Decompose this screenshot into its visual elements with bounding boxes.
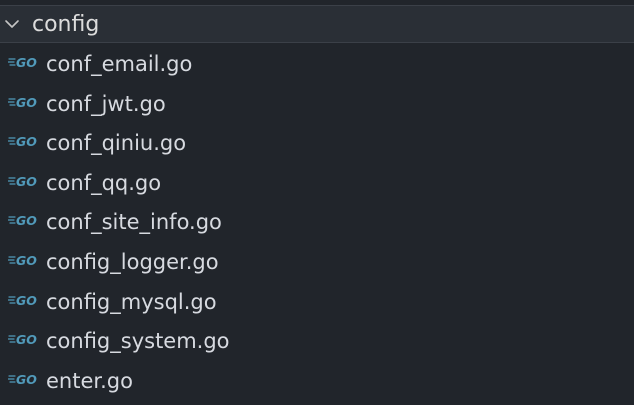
file-name-label: conf_email.go <box>46 52 193 76</box>
svg-text:GO: GO <box>16 293 37 308</box>
file-name-label: conf_qiniu.go <box>46 131 187 156</box>
folder-label: config <box>32 12 100 37</box>
file-name-label: config_mysql.go <box>46 289 217 314</box>
go-file-icon: GO <box>8 213 37 228</box>
go-file-icon: GO <box>8 95 37 110</box>
go-file-icon: GO <box>8 253 37 268</box>
file-item[interactable]: GO conf_email.go <box>0 45 634 85</box>
file-list: GO conf_email.go GO conf_jwt.go GO conf_… <box>0 45 634 401</box>
svg-text:GO: GO <box>16 134 37 149</box>
file-item[interactable]: GO enter.go <box>0 362 634 402</box>
svg-text:GO: GO <box>16 253 37 268</box>
folder-config[interactable]: config <box>0 5 634 43</box>
file-name-label: config_logger.go <box>46 249 219 274</box>
file-item[interactable]: GO conf_site_info.go <box>0 203 634 243</box>
go-file-icon: GO <box>8 174 37 189</box>
file-name-label: conf_site_info.go <box>46 210 222 235</box>
file-item[interactable]: GO config_mysql.go <box>0 283 634 323</box>
svg-text:GO: GO <box>16 372 37 387</box>
chevron-down-icon[interactable] <box>4 16 20 32</box>
svg-text:GO: GO <box>16 332 37 347</box>
file-name-label: enter.go <box>46 368 133 393</box>
go-file-icon: GO <box>8 332 37 347</box>
file-item[interactable]: GO config_system.go <box>0 322 634 362</box>
file-item[interactable]: GO conf_qiniu.go <box>0 124 634 164</box>
file-name-label: conf_qq.go <box>46 170 162 195</box>
file-item[interactable]: GO config_logger.go <box>0 243 634 283</box>
svg-text:GO: GO <box>16 55 37 70</box>
file-name-label: conf_jwt.go <box>46 91 166 116</box>
go-file-icon: GO <box>8 134 37 149</box>
file-item[interactable]: GO conf_jwt.go <box>0 85 634 125</box>
file-item[interactable]: GO conf_qq.go <box>0 164 634 204</box>
go-file-icon: GO <box>8 55 37 70</box>
file-explorer: config GO conf_email.go GO conf_jwt.go G… <box>0 0 634 405</box>
svg-text:GO: GO <box>16 213 37 228</box>
file-name-label: config_system.go <box>46 329 230 354</box>
go-file-icon: GO <box>8 372 37 387</box>
svg-text:GO: GO <box>16 174 37 189</box>
svg-text:GO: GO <box>16 95 37 110</box>
go-file-icon: GO <box>8 293 37 308</box>
